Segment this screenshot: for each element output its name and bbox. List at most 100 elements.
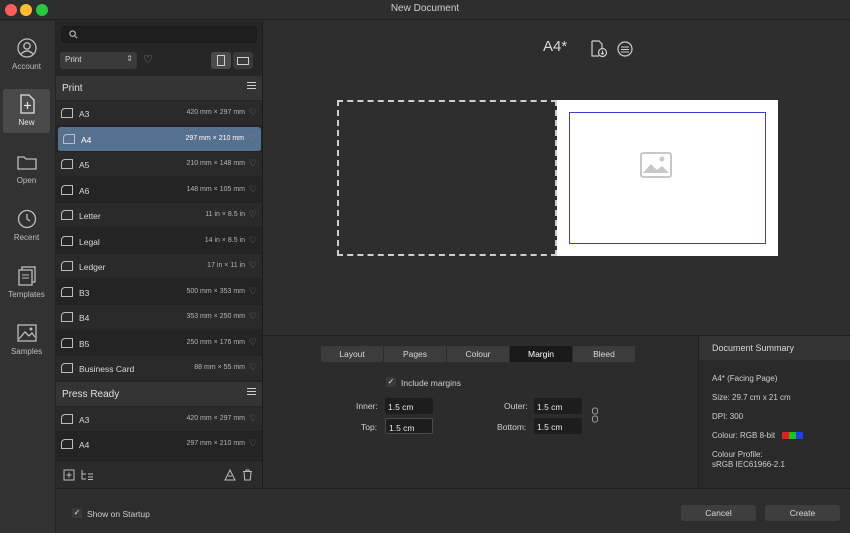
tab-colour[interactable]: Colour <box>447 346 510 362</box>
clock-icon <box>17 209 36 229</box>
top-margin-field[interactable]: 1.5 cm <box>385 418 433 434</box>
preset-row[interactable]: Ledger 17 in × 11 in ♡ <box>56 254 262 279</box>
preset-size: 297 mm × 210 mm <box>186 440 245 447</box>
search-input[interactable] <box>61 26 257 43</box>
favorite-heart-icon[interactable]: ♡ <box>249 235 257 246</box>
preset-name: A4 <box>79 440 90 450</box>
favorite-heart-icon[interactable]: ♡ <box>249 362 257 373</box>
bottom-margin-field[interactable]: 1.5 cm <box>534 418 582 434</box>
preset-row[interactable]: A3 420 mm × 297 mm ♡ <box>56 101 262 126</box>
trash-icon[interactable] <box>242 469 253 481</box>
nav-templates[interactable]: Templates <box>3 261 50 305</box>
favorite-heart-icon[interactable]: ♡ <box>249 413 257 424</box>
link-margins-icon[interactable] <box>591 407 599 423</box>
preset-row[interactable]: A3 420 mm × 297 mm ♡ <box>56 406 262 432</box>
preset-row[interactable]: A6 148 mm × 105 mm ♡ <box>56 177 262 203</box>
show-on-startup-label: Show on Startup <box>87 509 150 519</box>
hamburger-menu-icon[interactable] <box>247 387 256 397</box>
footer-bar: ✓ Show on Startup Cancel Create <box>56 488 850 533</box>
section-header: Press Ready <box>56 381 262 406</box>
left-nav: Account New Open Recent Templates Sample… <box>0 21 56 533</box>
nav-recent[interactable]: Recent <box>3 204 50 248</box>
outer-label: Outer: <box>504 401 528 411</box>
red-swatch <box>782 432 790 440</box>
cancel-button[interactable]: Cancel <box>681 505 756 521</box>
preset-name: Business Card <box>79 364 135 374</box>
favorite-heart-icon[interactable]: ♡ <box>248 133 256 144</box>
updown-chevron-icon: ⇕ <box>126 54 133 63</box>
document-icon <box>61 159 73 169</box>
include-margins-label: Include margins <box>401 378 462 388</box>
favorite-heart-icon[interactable]: ♡ <box>249 286 257 297</box>
margin-guides <box>569 112 766 244</box>
page-preview-area: A4* <box>263 21 850 336</box>
folder-icon <box>16 156 37 170</box>
portrait-toggle[interactable] <box>211 52 231 69</box>
preset-size: 353 mm × 250 mm <box>186 313 245 320</box>
nav-label-open: Open <box>16 176 37 185</box>
hamburger-menu-icon[interactable] <box>247 82 256 91</box>
preset-row[interactable]: A4 297 mm × 210 mm ♡ <box>58 126 261 152</box>
landscape-icon <box>237 57 249 65</box>
create-button[interactable]: Create <box>765 505 840 521</box>
document-icon <box>61 312 73 322</box>
preset-size: 148 mm × 105 mm <box>186 185 245 193</box>
tab-layout[interactable]: Layout <box>321 346 384 362</box>
category-select[interactable]: Print ⇕ <box>60 52 137 69</box>
show-on-startup-checkbox[interactable]: ✓ <box>72 508 82 518</box>
preset-name: A5 <box>79 160 90 170</box>
preset-row[interactable]: Business Card 88 mm × 55 mm ♡ <box>56 356 262 381</box>
nav-new[interactable]: New <box>3 89 50 133</box>
settings-tabs: Layout Pages Colour Margin Bleed <box>321 346 636 362</box>
nav-account[interactable]: Account <box>3 33 50 77</box>
document-icon <box>61 261 73 271</box>
nav-label-account: Account <box>12 62 41 71</box>
favorite-heart-icon[interactable]: ♡ <box>249 337 257 348</box>
favorite-heart-icon[interactable]: ♡ <box>249 209 257 220</box>
favorite-heart-icon[interactable]: ♡ <box>249 311 257 322</box>
preset-size: 11 in × 8.5 in <box>205 211 245 218</box>
tab-pages[interactable]: Pages <box>384 346 447 362</box>
preset-size: 14 in × 8.5 in <box>204 236 245 244</box>
facing-page-placeholder <box>337 100 557 256</box>
include-margins-checkbox[interactable]: ✓ <box>386 377 396 387</box>
convert-orientation-icon[interactable] <box>616 40 634 58</box>
preset-row[interactable]: B4 353 mm × 250 mm ♡ <box>56 305 262 330</box>
title-bar: New Document <box>0 0 850 20</box>
document-settings: Layout Pages Colour Margin Bleed ✓ Inclu… <box>263 336 698 488</box>
summary-size: Size: 29.7 cm x 21 cm <box>712 393 791 402</box>
summary-profile-label: Colour Profile: <box>712 450 763 459</box>
preset-list-panel: Print ⇕ ♡ Print A3 420 mm × 297 mm ♡ A4 297 m… <box>56 21 263 488</box>
inner-margin-field[interactable]: 1.5 cm <box>385 398 433 414</box>
preset-size: 88 mm × 55 mm <box>194 364 245 371</box>
preset-name: A3 <box>79 414 90 425</box>
preset-row[interactable]: Legal 14 in × 8.5 in ♡ <box>56 228 262 254</box>
nav-open[interactable]: Open <box>3 147 50 191</box>
preset-name: B3 <box>79 287 90 298</box>
preset-row[interactable]: A4 297 mm × 210 mm ♡ <box>56 432 262 457</box>
favorite-heart-icon[interactable]: ♡ <box>249 184 257 195</box>
nav-samples[interactable]: Samples <box>3 318 50 362</box>
add-category-icon[interactable] <box>80 469 94 481</box>
document-icon <box>61 413 73 424</box>
tab-margin[interactable]: Margin <box>510 346 573 362</box>
preset-row[interactable]: A5 210 mm × 148 mm ♡ <box>56 152 262 177</box>
edit-preset-icon[interactable] <box>224 469 236 481</box>
favorite-heart-icon[interactable]: ♡ <box>249 260 257 271</box>
preset-name: Legal <box>79 236 100 247</box>
favorite-heart-icon[interactable]: ♡ <box>249 438 257 449</box>
outer-margin-field[interactable]: 1.5 cm <box>534 398 582 414</box>
favorite-heart-icon[interactable]: ♡ <box>249 107 257 118</box>
preset-row[interactable]: Letter 11 in × 8.5 in ♡ <box>56 203 262 228</box>
add-preset-icon[interactable] <box>63 469 75 481</box>
landscape-toggle[interactable] <box>233 52 253 69</box>
tab-bleed[interactable]: Bleed <box>573 346 636 362</box>
save-preset-icon[interactable] <box>590 40 608 58</box>
top-label: Top: <box>361 422 378 432</box>
preset-size: 210 mm × 148 mm <box>186 160 245 167</box>
favorite-heart-icon[interactable]: ♡ <box>249 158 257 169</box>
bottom-label: Bottom: <box>497 422 527 432</box>
favorites-heart-icon[interactable]: ♡ <box>143 53 153 66</box>
preset-row[interactable]: B3 500 mm × 353 mm ♡ <box>56 279 262 305</box>
preset-row[interactable]: B5 250 mm × 176 mm ♡ <box>56 330 262 356</box>
